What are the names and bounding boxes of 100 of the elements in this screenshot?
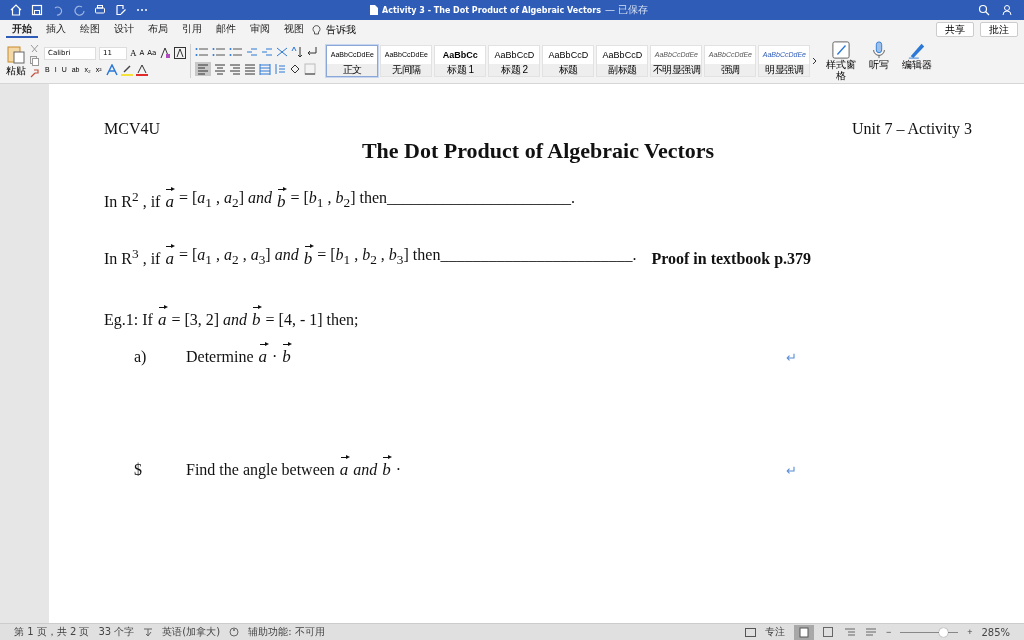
more-icon[interactable] [136,8,148,12]
ribbon-tool-button[interactable]: 编辑器 [901,41,934,81]
math-text: and [353,461,378,479]
copy-icon[interactable] [30,56,39,66]
math-text: = [b$_{1}$ , b$_{2}$ , b$_{3}$] then________________________. [317,245,637,268]
format-painter-icon[interactable] [30,68,40,78]
style-name: 强调 [705,64,756,76]
math-text: Eg.1: If [104,311,153,329]
ribbon-tab[interactable]: 绘图 [74,21,106,38]
home-icon[interactable] [10,4,22,16]
style-preview: AaBbCcD [602,49,643,62]
print-layout-icon[interactable] [793,624,814,640]
page-count: 第 1 页，共 2 页 [14,625,90,639]
list-icon[interactable] [195,47,210,57]
style-preview: AaBbCc [442,49,478,62]
ribbon-tab[interactable]: 审阅 [244,21,276,38]
ribbon-tab[interactable]: 邮件 [210,21,242,38]
style-name: 标题 1 [435,64,486,76]
ribbon-tab[interactable]: 视图 [278,21,310,38]
grow-font-button[interactable]: A [130,48,137,58]
comments-button[interactable]: 批注 [980,22,1018,37]
document-icon [370,5,378,15]
style-preset[interactable]: AaBbCcD 标题 [542,45,595,77]
search-icon[interactable] [978,4,990,16]
word-count: 33 个字 [98,625,135,639]
style-preset[interactable]: AaBbCcD 标题 2 [488,45,541,77]
style-name: 正文 [327,64,378,76]
ribbon-tool-button[interactable]: 听写 [863,41,896,81]
style-name: 副标题 [597,64,648,76]
math-text: Find the angle between [186,461,335,479]
textbook-note: Proof in textbook p.379 [651,250,812,268]
style-name: 不明显强调 [651,64,702,76]
paste-button[interactable]: 粘贴 [6,44,26,78]
header-unit: Unit 7 – Activity 3 [852,120,972,138]
clear-formatting-icon[interactable] [159,47,172,59]
text-effects-icon[interactable] [105,63,118,76]
web-layout-icon[interactable] [822,627,835,637]
edit-document-icon[interactable] [115,4,127,16]
math-text: = [b$_{1}$ , b$_{2}$] then_______________________. [290,188,576,211]
focus-mode-label[interactable]: 专注 [764,625,785,639]
math-text: Determine [186,348,254,366]
distributed-icon[interactable] [259,63,272,75]
proofing-icon[interactable] [143,627,154,637]
paragraph-mark: ↵ [786,463,797,479]
zoom-out-button[interactable]: − [885,627,892,637]
style-preset[interactable]: AaBbCcD 副标题 [596,45,649,77]
print-icon[interactable] [94,4,106,16]
paragraph-mark-icon[interactable] [306,46,319,58]
style-name: 明显强调 [759,64,810,76]
header-course-code: MCV4U [104,120,160,138]
list-icon[interactable] [212,47,227,57]
zoom-in-button[interactable]: + [967,627,973,637]
accessibility-status[interactable]: 辅助功能: 不可用 [248,625,325,639]
style-preview: AaBbCcD [548,49,589,62]
item-label: a) [134,348,148,366]
share-button[interactable]: 共享 [936,22,974,37]
zoom-percentage[interactable]: 285% [981,626,1010,638]
math-text: · [272,348,278,366]
paragraph-mark: ↵ [786,350,797,366]
align-left-icon[interactable] [195,62,212,76]
character-border-icon[interactable] [174,47,187,59]
math-text: = [a$_{1}$ , a$_{2}$ , a$_{3}$] and [178,245,299,268]
accessibility-icon[interactable] [229,627,240,637]
font-color-icon[interactable] [135,63,148,76]
item-label: $ [134,461,143,479]
align-right-icon[interactable] [229,63,242,75]
highlighter-icon[interactable] [120,63,133,76]
style-name: 标题 [543,64,594,76]
math-text: · [395,461,402,479]
window-title: Activity 3 - The Dot Product of Algebraic Vectors [382,5,602,15]
cut-icon[interactable] [30,44,39,54]
ribbon-tab[interactable]: 引用 [176,21,208,38]
document-title: The Dot Product of Algebraic Vectors [360,138,716,164]
ribbon-tab[interactable]: 设计 [108,21,140,38]
undo-icon[interactable] [52,4,64,16]
save-icon[interactable] [31,4,43,16]
ribbon-tool-button[interactable]: 样式窗格 [825,41,858,81]
math-text: = [4, - 1] then; [265,311,359,329]
redo-icon[interactable] [73,4,85,16]
share-people-icon[interactable] [1002,4,1014,16]
ribbon-tab[interactable]: 布局 [142,21,174,38]
list-icon[interactable] [229,47,244,57]
math-text: = [a$_{1}$ , a$_{2}$] and [178,188,272,211]
save-status: — 已保存 [605,3,649,17]
pen-icon [908,41,927,59]
sort-icon[interactable] [291,46,304,58]
shading-icon[interactable] [289,63,302,75]
style-name: 标题 2 [489,64,540,76]
justify-icon[interactable] [244,63,257,75]
language-indicator[interactable]: 英语(加拿大) [162,625,221,639]
focus-icon[interactable] [744,627,756,637]
zoom-slider-thumb[interactable] [938,627,948,637]
style-preset[interactable]: AaBbCc 标题 1 [434,45,487,77]
tell-me-field[interactable]: 告诉我 [326,22,356,37]
chevron-right-icon[interactable] [812,57,818,65]
style-name: 无间隔 [381,64,432,76]
ribbon-tab[interactable]: 插入 [40,21,72,38]
math-text: In R$^{2}$ , if [104,188,161,211]
align-center-icon[interactable] [214,63,227,75]
lightbulb-icon [312,24,321,35]
